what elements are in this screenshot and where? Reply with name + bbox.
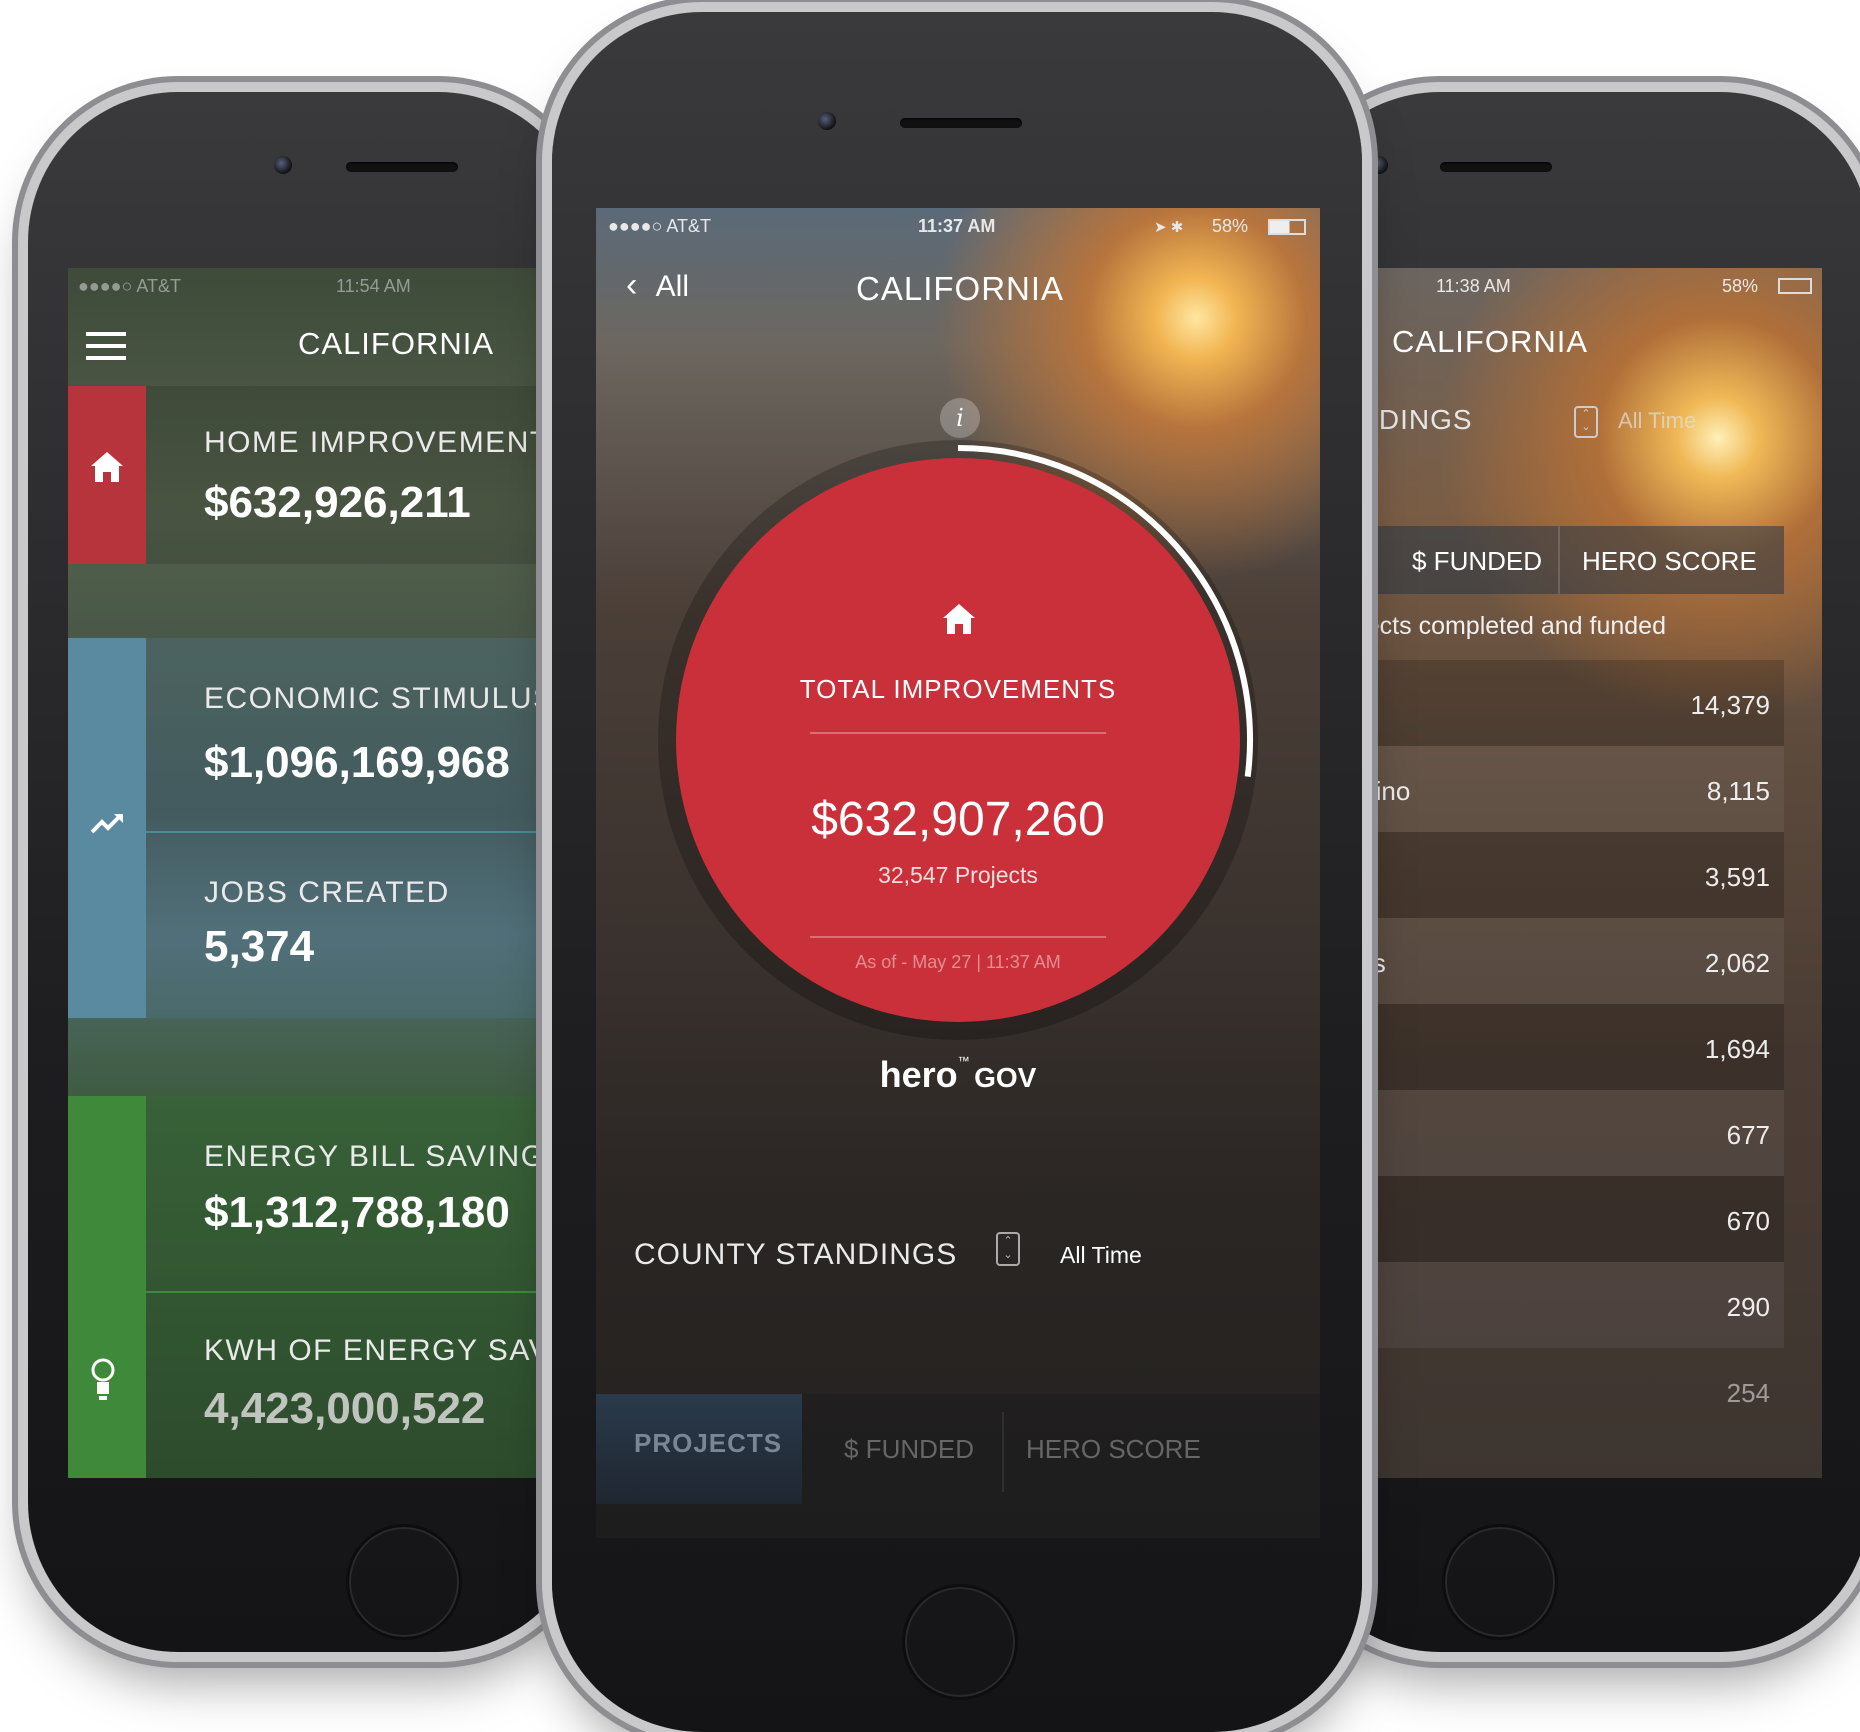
list-item[interactable]: s290 — [1338, 1262, 1784, 1348]
menu-icon[interactable] — [86, 328, 126, 360]
as-of-timestamp: As of - May 27 | 11:37 AM — [855, 952, 1061, 972]
battery-label: 58% — [1212, 216, 1249, 236]
row-value: 3,591 — [1704, 862, 1770, 892]
tab-divider — [1002, 1412, 1004, 1492]
row-value: 254 — [1726, 1378, 1770, 1408]
row-value: 8,115 — [1706, 776, 1770, 806]
trademark-mark: ™ — [957, 1054, 970, 1068]
front-camera — [274, 156, 292, 174]
standings-description: rojects completed and funded — [1338, 612, 1666, 640]
standings-title: COUNTY STANDINGS — [634, 1238, 958, 1271]
lightbulb-icon — [88, 1358, 118, 1411]
card-divider — [146, 1291, 588, 1293]
location-bluetooth-icon: ➤ ✱ — [1154, 219, 1184, 236]
home-icon — [88, 448, 126, 495]
home-button[interactable] — [1442, 1524, 1558, 1640]
list-item[interactable]: o3,591 — [1338, 832, 1784, 918]
list-item[interactable]: 670 — [1338, 1176, 1784, 1262]
row-value: 290 — [1726, 1292, 1770, 1322]
earpiece-speaker — [900, 118, 1022, 128]
home-improvement-card[interactable]: HOME IMPROVEMENT $632,926,211 — [68, 386, 588, 564]
home-button[interactable] — [346, 1524, 462, 1640]
page-title: CALIFORNIA — [1392, 324, 1589, 359]
front-camera — [818, 112, 836, 130]
card-label: ENERGY BILL SAVINGS — [204, 1140, 568, 1173]
gov-wordmark: GOV — [974, 1062, 1037, 1093]
tab-bar: PROJECTS $ FUNDED HERO SCORE — [596, 1394, 1320, 1538]
list-item[interactable]: 677 — [1338, 1090, 1784, 1176]
clock: 11:38 AM — [1436, 276, 1511, 296]
card-value: 4,423,000,522 — [204, 1384, 486, 1433]
tab-bar: $ FUNDED HERO SCORE — [1338, 526, 1784, 594]
page-title: CALIFORNIA — [298, 326, 495, 361]
card-value: 5,374 — [204, 922, 315, 971]
row-value: 677 — [1726, 1120, 1770, 1150]
status-bar: ●●●●○ AT&T 11:54 AM — [68, 268, 588, 304]
card-value: $1,096,169,968 — [204, 738, 510, 787]
tab-projects-label: PROJECTS — [634, 1428, 783, 1458]
carrier-label: ●●●●○ AT&T — [78, 276, 182, 296]
list-item[interactable]: ardino 8,115 — [1338, 746, 1784, 832]
card-label: ECONOMIC STIMULUS — [204, 682, 555, 715]
time-filter[interactable]: All Time — [1618, 408, 1696, 434]
project-count: 32,547 Projects — [878, 862, 1038, 888]
list-item[interactable]: uin254 — [1338, 1348, 1784, 1434]
row-value: 14,379 — [1690, 690, 1770, 720]
energy-stripe — [68, 1096, 146, 1478]
row-value: 670 — [1726, 1206, 1770, 1236]
list-item[interactable]: eles2,062 — [1338, 918, 1784, 1004]
tab-divider — [1558, 526, 1560, 594]
card-label: JOBS CREATED — [204, 876, 450, 909]
earpiece-speaker — [346, 162, 458, 172]
row-value: 1,694 — [1704, 1034, 1770, 1064]
back-button[interactable]: ‹ All — [626, 266, 689, 305]
home-button[interactable] — [902, 1584, 1018, 1700]
clock: 11:54 AM — [336, 276, 411, 296]
center-screen: ●●●●○ AT&T 11:37 AM ➤ ✱ 58% ‹ All CALIFO… — [596, 208, 1320, 1538]
page-title: CALIFORNIA — [856, 270, 1065, 307]
status-bar: 11:38 AM 58% — [1338, 268, 1822, 304]
hero-wordmark: hero — [879, 1054, 958, 1095]
card-divider — [146, 831, 588, 833]
card-value: $632,926,211 — [204, 478, 471, 527]
circle-heading: TOTAL IMPROVEMENTS — [799, 674, 1117, 704]
sort-stepper-icon[interactable]: ⌃ ⌄ — [1574, 406, 1598, 438]
card-label: HOME IMPROVEMENT — [204, 426, 550, 459]
clock: 11:37 AM — [918, 216, 996, 236]
left-screen: ●●●●○ AT&T 11:54 AM CALIFORNIA HOME IMPR… — [68, 268, 588, 1478]
circle-divider-top — [810, 732, 1106, 734]
tab-hero-score[interactable]: HERO SCORE — [1026, 1434, 1201, 1465]
card-value: $1,312,788,180 — [204, 1188, 510, 1237]
total-amount: $632,907,260 — [811, 793, 1105, 846]
circle-divider-bottom — [810, 936, 1106, 938]
house-icon — [940, 600, 978, 643]
phone-left: ●●●●○ AT&T 11:54 AM CALIFORNIA HOME IMPR… — [28, 92, 588, 1652]
tab-funded[interactable]: $ FUNDED — [1412, 546, 1542, 577]
right-screen: 11:38 AM 58% CALIFORNIA ANDINGS ⌃ ⌄ All T… — [1338, 268, 1822, 1478]
list-item[interactable]: e14,379 — [1338, 660, 1784, 746]
trending-up-icon — [88, 808, 128, 847]
earpiece-speaker — [1440, 162, 1552, 172]
battery-icon — [1778, 278, 1812, 294]
phone-center: ●●●●○ AT&T 11:37 AM ➤ ✱ 58% ‹ All CALIFO… — [552, 12, 1362, 1732]
hero-gov-logo: hero™ GOV — [596, 1054, 1320, 1096]
tab-hero-score[interactable]: HERO SCORE — [1582, 546, 1757, 577]
row-value: 2,062 — [1704, 948, 1770, 978]
battery-icon — [1268, 219, 1306, 235]
battery-label: 58% — [1722, 276, 1759, 296]
chevron-left-icon: ‹ — [626, 266, 638, 304]
front-camera — [1370, 156, 1388, 174]
phone-right: 11:38 AM 58% CALIFORNIA ANDINGS ⌃ ⌄ All T… — [1290, 92, 1860, 1652]
tab-projects[interactable]: PROJECTS — [596, 1394, 802, 1504]
back-label: All — [655, 270, 690, 303]
list-item[interactable]: 1,694 — [1338, 1004, 1784, 1090]
sort-stepper-icon[interactable]: ⌃ ⌄ — [996, 1232, 1020, 1266]
tab-funded[interactable]: $ FUNDED — [844, 1434, 974, 1465]
carrier-label: ●●●●○ AT&T — [608, 216, 712, 236]
time-filter[interactable]: All Time — [1060, 1242, 1142, 1269]
economic-card[interactable]: ECONOMIC STIMULUS $1,096,169,968 JOBS CR… — [68, 638, 588, 1018]
card-label: KWH OF ENERGY SAVE — [204, 1334, 572, 1367]
energy-card[interactable]: ENERGY BILL SAVINGS $1,312,788,180 KWH O… — [68, 1096, 588, 1478]
status-bar: ●●●●○ AT&T 11:37 AM ➤ ✱ 58% — [596, 208, 1320, 244]
